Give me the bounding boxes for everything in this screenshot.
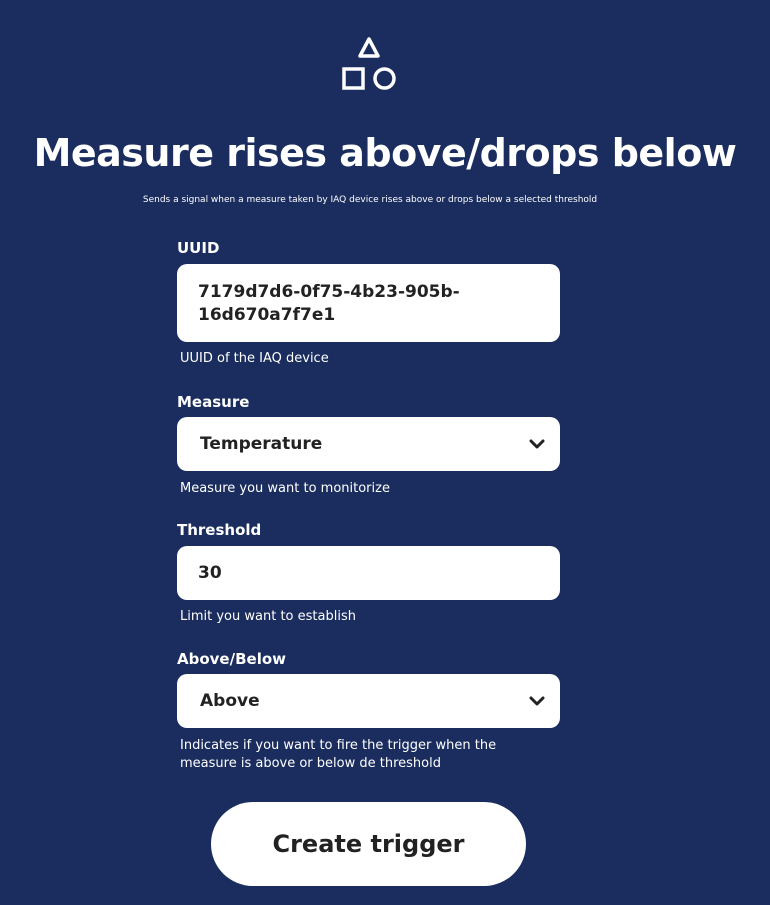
chevron-down-icon [529, 696, 545, 706]
threshold-label: Threshold [177, 521, 262, 539]
threshold-field[interactable]: 30 [177, 546, 560, 600]
above-below-help-line-1: Indicates if you want to fire the trigge… [180, 738, 497, 753]
above-below-help-line-2: measure is above or below de threshold [180, 756, 441, 771]
uuid-value-line-1: 7179d7d6-0f75-4b23-905b- [198, 282, 460, 302]
shapes-icon [342, 37, 396, 90]
above-below-select[interactable]: Above [177, 674, 560, 728]
page-title: Measure rises above/drops below [33, 131, 737, 175]
uuid-field[interactable]: 7179d7d6-0f75-4b23-905b- 16d670a7f7e1 [177, 264, 560, 342]
measure-selected-value: Temperature [200, 434, 323, 454]
create-trigger-button[interactable]: Create trigger [211, 802, 526, 886]
above-below-label: Above/Below [177, 650, 286, 668]
measure-label: Measure [177, 393, 250, 411]
threshold-help-text: Limit you want to establish [180, 609, 356, 624]
above-below-selected-value: Above [200, 691, 260, 711]
threshold-value: 30 [198, 563, 222, 583]
measure-help-text: Measure you want to monitorize [180, 481, 390, 496]
page-subtitle: Sends a signal when a measure taken by I… [142, 195, 598, 205]
chevron-down-icon [529, 439, 545, 449]
measure-select[interactable]: Temperature [177, 417, 560, 471]
uuid-value-line-2: 16d670a7f7e1 [198, 305, 336, 325]
uuid-label: UUID [177, 239, 220, 257]
uuid-help-text: UUID of the IAQ device [180, 351, 329, 366]
